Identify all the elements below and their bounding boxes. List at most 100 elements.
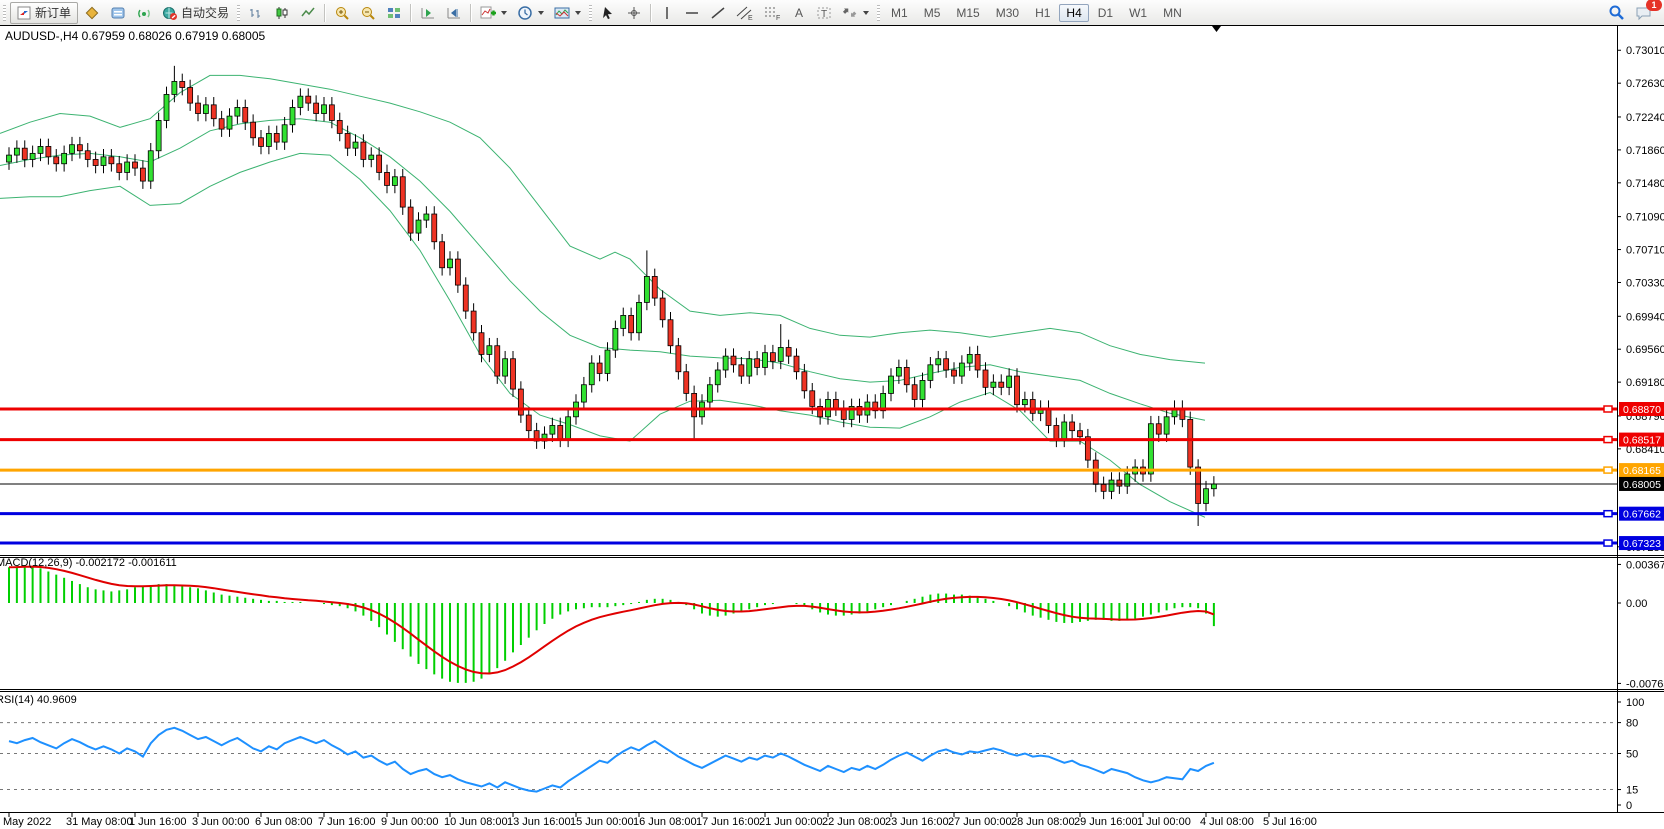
svg-text:0.73010: 0.73010: [1626, 45, 1664, 57]
cursor-button[interactable]: [596, 2, 620, 24]
tab-timeframe-MN[interactable]: MN: [1156, 4, 1189, 22]
svg-text:6 Jun 08:00: 6 Jun 08:00: [255, 816, 313, 828]
svg-text:0.72630: 0.72630: [1626, 78, 1664, 90]
indicators-button[interactable]: [476, 2, 511, 24]
svg-text:0.70330: 0.70330: [1626, 277, 1664, 289]
auto-trading-button[interactable]: 自动交易: [158, 2, 233, 24]
svg-text:50: 50: [1626, 749, 1638, 761]
svg-text:0.69940: 0.69940: [1626, 311, 1664, 323]
svg-text:1 Jul 00:00: 1 Jul 00:00: [1137, 816, 1191, 828]
equidistant-channel-button[interactable]: E: [732, 2, 758, 24]
tile-windows-button[interactable]: [382, 2, 406, 24]
notifications-button[interactable]: 1: [1631, 2, 1657, 24]
indicators-icon: [480, 5, 496, 21]
svg-text:10 Jun 08:00: 10 Jun 08:00: [444, 816, 508, 828]
svg-text:7 Jun 16:00: 7 Jun 16:00: [318, 816, 376, 828]
tab-timeframe-W1[interactable]: W1: [1122, 4, 1154, 22]
auto-trading-label: 自动交易: [181, 4, 229, 21]
fibonacci-button[interactable]: F: [760, 2, 786, 24]
separator: [410, 4, 412, 22]
bar-chart-icon: [248, 5, 264, 21]
svg-text:21 Jun 00:00: 21 Jun 00:00: [759, 816, 823, 828]
zoom-out-button[interactable]: [356, 2, 380, 24]
chevron-down-icon: [538, 11, 544, 15]
svg-text:80: 80: [1626, 718, 1638, 730]
trendline-button[interactable]: [706, 2, 730, 24]
svg-text:0.69560: 0.69560: [1626, 344, 1664, 356]
new-order-button[interactable]: 新订单: [10, 2, 78, 24]
svg-text:0.72240: 0.72240: [1626, 112, 1664, 124]
market-watch-button[interactable]: [80, 2, 104, 24]
svg-text:28 Jun 08:00: 28 Jun 08:00: [1011, 816, 1075, 828]
templates-button[interactable]: [550, 2, 585, 24]
svg-text:29 Jun 16:00: 29 Jun 16:00: [1074, 816, 1138, 828]
line-chart-button[interactable]: [296, 2, 320, 24]
notification-badge: 1: [1646, 0, 1662, 11]
candlestick-chart-icon: [274, 5, 290, 21]
vertical-line-button[interactable]: [656, 2, 678, 24]
svg-text:0.67662: 0.67662: [1623, 509, 1661, 521]
trendline-icon: [710, 5, 726, 21]
svg-text:15 Jun 00:00: 15 Jun 00:00: [570, 816, 634, 828]
text-icon: A: [792, 5, 806, 21]
macd-indicator-label: MACD(12,26,9) -0.002172 -0.001611: [0, 557, 177, 569]
svg-text:16 Jun 08:00: 16 Jun 08:00: [633, 816, 697, 828]
data-window-icon: [110, 5, 126, 21]
svg-text:0.68005: 0.68005: [1623, 479, 1661, 491]
separator: [470, 4, 472, 22]
line-chart-icon: [300, 5, 316, 21]
text-button[interactable]: A: [788, 2, 810, 24]
svg-text:0.69180: 0.69180: [1626, 377, 1664, 389]
svg-text:A: A: [795, 6, 803, 20]
svg-text:T: T: [821, 9, 827, 20]
horizontal-line-button[interactable]: [680, 2, 704, 24]
new-order-label: 新订单: [35, 4, 71, 21]
svg-text:E: E: [748, 15, 753, 21]
tab-timeframe-D1[interactable]: D1: [1091, 4, 1120, 22]
tab-timeframe-H4[interactable]: H4: [1059, 4, 1088, 22]
svg-text:23 Jun 16:00: 23 Jun 16:00: [885, 816, 949, 828]
svg-text:3 Jun 00:00: 3 Jun 00:00: [192, 816, 250, 828]
tab-timeframe-M30[interactable]: M30: [989, 4, 1026, 22]
svg-text:0.71090: 0.71090: [1626, 212, 1664, 224]
periods-button[interactable]: [513, 2, 548, 24]
chart-shift-icon: [446, 5, 462, 21]
chart-shift-button[interactable]: [442, 2, 466, 24]
tab-timeframe-M1[interactable]: M1: [884, 4, 915, 22]
navigator-icon: [136, 5, 152, 21]
svg-text:1 Jun 16:00: 1 Jun 16:00: [129, 816, 187, 828]
navigator-button[interactable]: [132, 2, 156, 24]
symbol-ohlc-title: AUDUSD-,H4 0.67959 0.68026 0.67919 0.680…: [5, 29, 265, 43]
toolbar-grip[interactable]: [237, 5, 240, 21]
candlestick-chart-button[interactable]: [270, 2, 294, 24]
search-button[interactable]: [1604, 2, 1629, 24]
chart-canvas[interactable]: 0.730100.726300.722400.718600.714800.710…: [0, 25, 1664, 829]
svg-text:-0.007656: -0.007656: [1626, 678, 1664, 690]
svg-text:100: 100: [1626, 697, 1644, 709]
toolbar-grip[interactable]: [3, 5, 6, 21]
svg-text:31 May 08:00: 31 May 08:00: [66, 816, 133, 828]
bar-chart-button[interactable]: [244, 2, 268, 24]
chevron-down-icon: [501, 11, 507, 15]
cursor-icon: [600, 5, 616, 21]
svg-text:0.68517: 0.68517: [1623, 435, 1661, 447]
data-window-button[interactable]: [106, 2, 130, 24]
toolbar-grip[interactable]: [589, 5, 592, 21]
svg-text:0.003672: 0.003672: [1626, 559, 1664, 571]
svg-text:0.71480: 0.71480: [1626, 178, 1664, 190]
crosshair-button[interactable]: [622, 2, 646, 24]
tab-timeframe-H1[interactable]: H1: [1028, 4, 1057, 22]
auto-scroll-button[interactable]: [416, 2, 440, 24]
separator: [324, 4, 326, 22]
toolbar-grip[interactable]: [877, 5, 880, 21]
template-icon: [554, 5, 570, 21]
zoom-in-button[interactable]: [330, 2, 354, 24]
search-icon: [1608, 4, 1625, 21]
arrows-button[interactable]: [838, 2, 873, 24]
tab-timeframe-M15[interactable]: M15: [949, 4, 986, 22]
chevron-down-icon: [575, 11, 581, 15]
svg-text:5 Jul 16:00: 5 Jul 16:00: [1263, 816, 1317, 828]
tab-timeframe-M5[interactable]: M5: [917, 4, 948, 22]
text-label-button[interactable]: T: [812, 2, 836, 24]
fibonacci-icon: F: [764, 5, 782, 21]
